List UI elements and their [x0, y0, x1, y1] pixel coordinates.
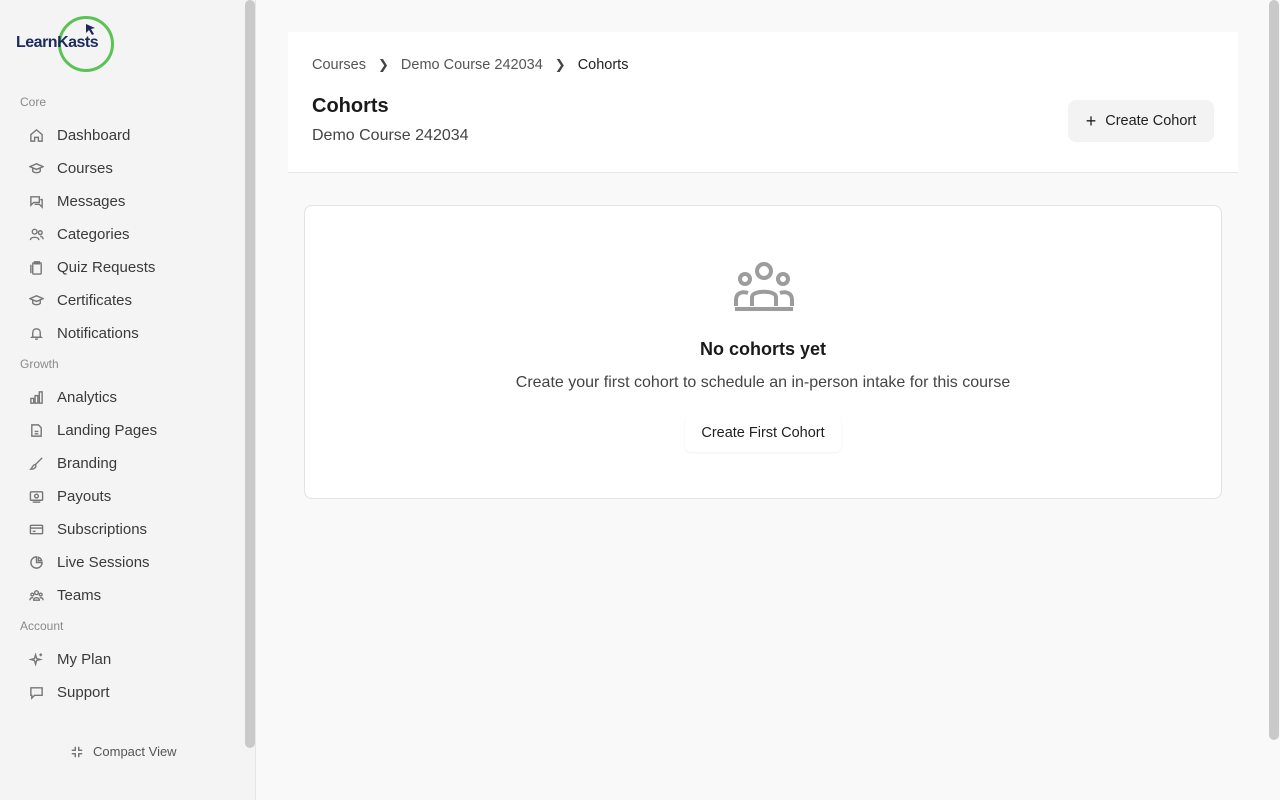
credit-card-icon	[26, 519, 46, 539]
chevron-right-icon: ❯	[554, 57, 566, 72]
sidebar-item-label: Categories	[57, 225, 130, 243]
sidebar-item-teams[interactable]: Teams	[26, 581, 236, 609]
minimize-icon	[71, 746, 83, 757]
sidebar-item-courses[interactable]: Courses	[26, 154, 236, 182]
sidebar-item-landing-pages[interactable]: Landing Pages	[26, 416, 236, 444]
file-icon	[26, 420, 46, 440]
sidebar-item-label: Branding	[57, 454, 118, 472]
bell-icon	[26, 323, 46, 343]
create-cohort-label: Create Cohort	[1105, 113, 1197, 129]
section-label-growth: Growth	[20, 357, 59, 371]
home-icon	[26, 125, 46, 145]
empty-state-title: No cohorts yet	[699, 339, 827, 359]
sidebar-item-label: Landing Pages	[57, 421, 158, 439]
sidebar-item-label: Subscriptions	[57, 520, 148, 538]
empty-state-description: Create your first cohort to schedule an …	[515, 374, 1011, 391]
cursor-icon	[86, 24, 95, 35]
sidebar-item-label: Certificates	[57, 291, 133, 309]
compact-view-toggle[interactable]: Compact View	[70, 744, 177, 759]
clipboard-icon	[26, 257, 46, 277]
banknote-icon	[26, 486, 46, 506]
brand-name: LearnKasts	[16, 34, 99, 51]
sidebar-item-certificates[interactable]: Certificates	[26, 286, 236, 314]
sidebar-item-label: Quiz Requests	[57, 258, 156, 276]
sidebar-item-categories[interactable]: Categories	[26, 220, 236, 248]
sidebar-item-branding[interactable]: Branding	[26, 449, 236, 477]
sidebar-item-label: Support	[57, 683, 110, 701]
sidebar-item-dashboard[interactable]: Dashboard	[26, 121, 236, 149]
create-first-cohort-button[interactable]: Create First Cohort	[685, 414, 841, 452]
breadcrumb-item-course[interactable]: Demo Course 242034	[401, 57, 543, 73]
page-title: Cohorts	[312, 95, 389, 117]
breadcrumb: Courses ❯ Demo Course 242034 ❯ Cohorts	[312, 57, 628, 73]
empty-state-card: No cohorts yet Create your first cohort …	[304, 205, 1222, 499]
sidebar-item-label: Notifications	[57, 324, 139, 342]
section-label-account: Account	[20, 619, 64, 633]
sidebar-item-label: Teams	[57, 586, 102, 604]
message-square-icon	[26, 682, 46, 702]
messages-icon	[26, 191, 46, 211]
sidebar-item-live-sessions[interactable]: Live Sessions	[26, 548, 236, 576]
breadcrumb-item-courses[interactable]: Courses	[312, 57, 366, 73]
compact-view-label: Compact View	[93, 744, 177, 759]
sidebar-item-label: Courses	[57, 159, 113, 177]
chevron-right-icon: ❯	[378, 57, 389, 72]
people-group-icon	[734, 262, 794, 311]
sidebar-item-label: Live Sessions	[57, 553, 150, 571]
sidebar-scrollbar[interactable]	[245, 0, 255, 748]
sparkles-icon	[26, 649, 46, 669]
graduation-cap-icon	[26, 158, 46, 178]
sidebar-item-support[interactable]: Support	[26, 678, 236, 706]
sidebar-item-payouts[interactable]: Payouts	[26, 482, 236, 510]
page-header: Courses ❯ Demo Course 242034 ❯ Cohorts C…	[288, 32, 1238, 173]
sidebar-item-subscriptions[interactable]: Subscriptions	[26, 515, 236, 543]
plus-icon: +	[1085, 110, 1097, 131]
sidebar-item-my-plan[interactable]: My Plan	[26, 645, 236, 673]
main-scrollbar[interactable]	[1269, 0, 1279, 740]
sidebar-item-label: Dashboard	[57, 126, 131, 144]
sidebar-item-messages[interactable]: Messages	[26, 187, 236, 215]
graduation-cap-icon	[26, 290, 46, 310]
sidebar-item-label: Payouts	[57, 487, 112, 505]
sidebar-item-label: Analytics	[57, 388, 118, 406]
bar-chart-icon	[26, 387, 46, 407]
sidebar: LearnKasts Core Dashboard Courses Messag…	[0, 0, 256, 800]
page-subtitle: Demo Course 242034	[312, 127, 469, 144]
sidebar-item-quiz-requests[interactable]: Quiz Requests	[26, 253, 236, 281]
pie-chart-icon	[26, 552, 46, 572]
sidebar-item-analytics[interactable]: Analytics	[26, 383, 236, 411]
create-cohort-button[interactable]: + Create Cohort	[1068, 100, 1214, 142]
brush-icon	[26, 453, 46, 473]
logo[interactable]: LearnKasts	[14, 14, 118, 74]
breadcrumb-item-current: Cohorts	[577, 57, 629, 73]
sidebar-item-label: My Plan	[57, 650, 112, 668]
section-label-core: Core	[20, 95, 47, 109]
sidebar-item-notifications[interactable]: Notifications	[26, 319, 236, 347]
team-icon	[26, 585, 46, 605]
sidebar-item-label: Messages	[57, 192, 126, 210]
users-icon	[26, 224, 46, 244]
